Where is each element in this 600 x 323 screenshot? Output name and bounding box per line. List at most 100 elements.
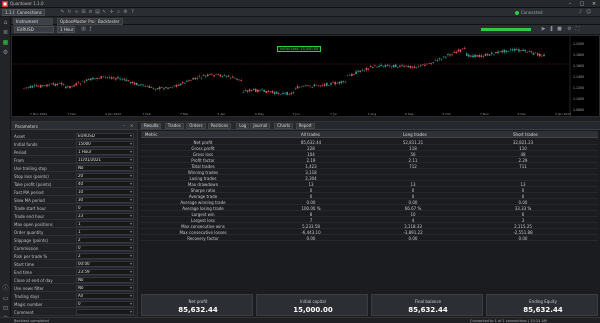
tab-backtester[interactable]: Backtester [95,18,123,25]
metric-value: 0.00 [518,236,528,241]
chevron-down-icon[interactable]: ▾ [130,270,132,274]
chevron-down-icon[interactable]: ▾ [130,158,132,162]
results-tab[interactable]: Trades [164,123,184,129]
results-tab[interactable]: Log [236,123,250,129]
save-icon[interactable]: ▭ [2,295,9,302]
settings-icon[interactable]: ⚙ [123,10,128,15]
chevron-down-icon[interactable]: ▾ [130,214,132,218]
parameter-input[interactable]: 23:59 ▾ [76,269,134,275]
summary-boxes: Net profit 85,632.44 Initial capital 15,… [141,294,598,316]
results-tab[interactable]: Positions [207,123,232,129]
candles-icon[interactable]: ▥ [81,27,86,32]
period-selector[interactable]: 1 Hour [57,26,75,33]
symbol-selector[interactable]: EURUSD [14,26,54,33]
minimize-icon[interactable]: – [123,123,125,128]
parameter-input[interactable]: All ▾ [76,293,134,299]
price-chart[interactable]: Initial cost: 15,000.00 1.2000 1.1800 1.16… [11,35,600,118]
parameter-input[interactable]: 2 ▾ [76,237,134,243]
home-icon[interactable]: ⌂ [2,19,9,26]
minimize-icon[interactable]: – [564,0,576,8]
bell-icon[interactable]: ♪ [578,10,583,15]
parameter-input[interactable]: 0 ▾ [76,205,134,211]
zoom-icon[interactable]: ⌕ [116,10,121,15]
info-icon[interactable]: ⓘ [2,285,9,292]
parameter-input[interactable]: 11/01/2021 ▾ [76,157,134,163]
chevron-down-icon[interactable]: ▾ [130,230,132,234]
chevron-down-icon[interactable]: ▾ [130,150,132,154]
parameter-input[interactable]: 2 ▾ [76,253,134,259]
pencil-icon[interactable]: ✎ [60,10,65,15]
chevron-down-icon[interactable]: ▾ [130,206,132,210]
close-icon[interactable]: × [588,0,600,8]
chevron-down-icon[interactable]: ▾ [130,286,132,290]
chevron-down-icon[interactable]: ▾ [130,142,132,146]
parameter-input[interactable]: 10 ▾ [76,189,134,195]
chevron-down-icon[interactable]: ▾ [130,174,132,178]
candle-body [173,85,176,87]
settings-icon[interactable]: ⚙ [567,27,572,32]
chevron-down-icon[interactable]: ▾ [130,222,132,226]
results-tab[interactable]: Report [295,123,315,129]
parameter-input[interactable]: 1 ▾ [76,229,134,235]
stop-icon[interactable]: ■ [557,27,562,32]
chevron-down-icon[interactable]: ▾ [130,246,132,250]
chevron-down-icon[interactable]: ▾ [130,190,132,194]
chevron-down-icon[interactable]: ▾ [130,294,132,298]
candle-body [234,77,236,79]
chevron-down-icon[interactable]: ▾ [130,278,132,282]
parameter-input[interactable]: ▾ [76,309,134,315]
tab-optionmaster[interactable]: OptionMaster Pro [57,18,98,25]
results-tab[interactable]: Journal [250,123,271,129]
results-tab[interactable]: Results [141,123,162,129]
user-icon[interactable]: ☺ [586,10,591,15]
parameter-input[interactable]: 0 ▾ [76,245,134,251]
chevron-down-icon[interactable]: ▾ [130,310,132,314]
parameter-input[interactable]: 0 ▾ [76,301,134,307]
parameter-input[interactable]: No ▾ [76,277,134,283]
help-icon[interactable]: ? [130,10,135,15]
fullscreen-icon[interactable]: ⛶ [575,27,580,32]
lock-icon[interactable]: ⊡ [2,305,9,312]
chevron-down-icon[interactable]: ▾ [130,254,132,258]
chevron-down-icon[interactable]: ▾ [130,182,132,186]
connections-button[interactable]: Connections [14,9,45,16]
cursor-icon[interactable]: ↖ [102,10,107,15]
chart-icon[interactable]: ▤ [95,10,100,15]
chevron-down-icon[interactable]: ▾ [130,262,132,266]
close-icon[interactable]: × [130,123,133,128]
chevron-down-icon[interactable]: ▾ [130,166,132,170]
summary-box: Ending Equity 85,632.44 [486,294,598,316]
parameter-input[interactable]: 1 ▾ [76,221,134,227]
list-icon[interactable]: ≡ [88,10,93,15]
parameter-input[interactable]: No ▾ [76,285,134,291]
chevron-down-icon[interactable]: ▾ [130,198,132,202]
parameter-input[interactable]: 23 ▾ [76,213,134,219]
parameter-input[interactable]: 00:00 ▾ [76,261,134,267]
play-icon[interactable]: ▶ [541,27,546,32]
parameter-input[interactable]: No ▾ [76,165,134,171]
refresh-icon[interactable]: ↻ [67,10,72,15]
grid-icon[interactable]: ⊞ [81,10,86,15]
candle-body [69,86,71,89]
candle-body [311,86,313,88]
chevron-down-icon[interactable]: ▾ [130,238,132,242]
parameter-input[interactable]: 15000 ▾ [76,141,134,147]
indicators-icon[interactable]: ƒ [88,27,93,32]
results-tab[interactable]: Orders [186,123,206,129]
chevron-down-icon[interactable]: ▾ [130,302,132,306]
layers-icon[interactable]: ≣ [2,29,9,36]
strategy-icon[interactable]: ▦ [2,39,9,46]
parameter-input[interactable]: 1 Hour ▾ [76,149,134,155]
parameter-input[interactable]: 30 ▾ [76,197,134,203]
settings-icon[interactable]: ⚙ [2,49,9,56]
tab-chart[interactable]: Instrument [13,18,53,25]
parameter-input[interactable]: 20 ▾ [76,173,134,179]
crosshair-icon[interactable]: ✛ [109,10,114,15]
parameter-input[interactable]: EURUSD ▾ [76,133,134,139]
link-icon[interactable]: ∞ [74,10,79,15]
parameter-input[interactable]: 40 ▾ [76,181,134,187]
maximize-icon[interactable]: □ [576,0,588,8]
results-tab[interactable]: Charts [274,123,294,129]
chevron-down-icon[interactable]: ▾ [130,134,132,138]
pause-icon[interactable]: ❚ [549,27,554,32]
